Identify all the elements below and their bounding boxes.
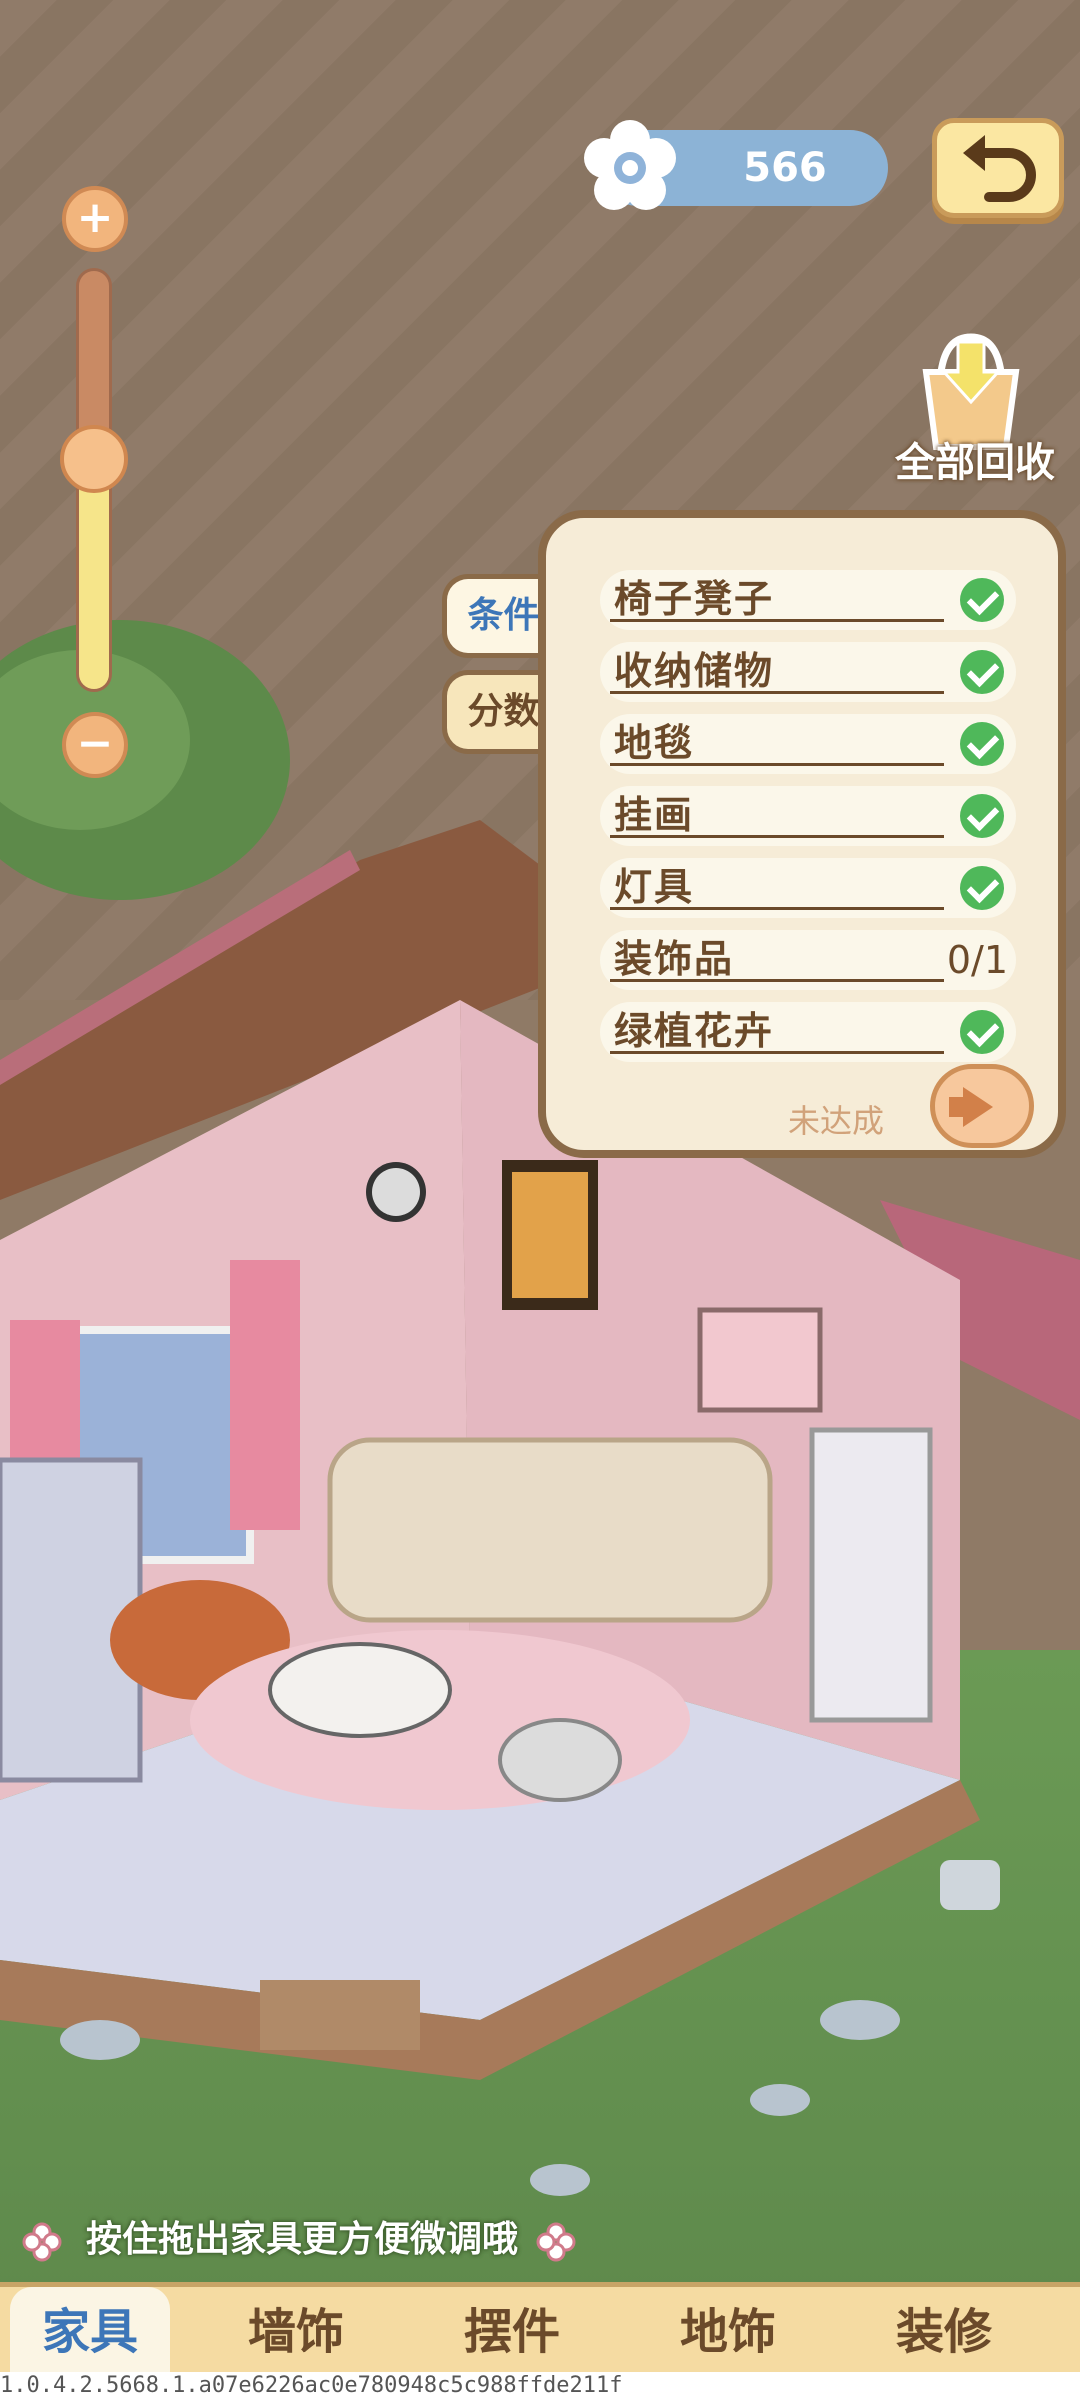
condition-row: 灯具: [600, 858, 1016, 918]
clover-icon: [22, 2222, 62, 2262]
condition-underline: [610, 691, 944, 694]
condition-row: 挂画: [600, 786, 1016, 846]
bottom-nav: 家具 墙饰 摆件 地饰 装修: [0, 2282, 1080, 2377]
zoom-fill: [79, 459, 109, 689]
condition-row: 装饰品 0/1: [600, 930, 1016, 990]
stepping-stone: [530, 2164, 590, 2196]
conditions-panel: 椅子凳子收纳储物地毯挂画灯具装饰品 0/1 绿植花卉 未达成: [538, 510, 1066, 1158]
version-string: 1.0.4.2.5668.1.a07e6226ac0e780948c5c988f…: [0, 2372, 1080, 2400]
stepping-stone: [60, 2020, 140, 2060]
wall-clock-face: [372, 1168, 420, 1216]
curtain-right: [230, 1260, 300, 1530]
condition-row: 收纳储物: [600, 642, 1016, 702]
check-icon: [960, 722, 1004, 766]
condition-underline: [610, 619, 944, 622]
door: [809, 1427, 933, 1723]
check-icon: [960, 866, 1004, 910]
condition-underline: [610, 979, 944, 982]
back-button[interactable]: [932, 118, 1064, 218]
undo-arrow-icon: [963, 135, 1036, 202]
tab-wall-decor[interactable]: 墙饰: [216, 2287, 376, 2377]
hint-text: 按住拖出家具更方便微调哦: [86, 2219, 519, 2260]
next-arrow-button[interactable]: [930, 1064, 1034, 1148]
condition-row: 椅子凳子: [600, 570, 1016, 630]
stepping-stone: [750, 2084, 810, 2116]
status-not-reached: 未达成: [787, 1102, 884, 1140]
paw-sign: [697, 1307, 823, 1413]
sofa: [327, 1437, 773, 1623]
zoom-out-button[interactable]: −: [62, 712, 128, 778]
condition-row: 绿植花卉: [600, 1002, 1016, 1062]
zoom-in-button[interactable]: +: [62, 186, 128, 252]
recycle-all-label[interactable]: 全部回收: [880, 430, 1070, 488]
wall-painting-canvas: [512, 1172, 588, 1298]
condition-underline: [610, 763, 944, 766]
stepping-stone: [820, 2000, 900, 2040]
rug: [190, 1630, 690, 1810]
tab-furniture[interactable]: 家具: [10, 2287, 170, 2377]
entry-steps: [260, 1980, 420, 2050]
check-icon: [960, 1010, 1004, 1054]
coffee-table: [268, 1642, 452, 1738]
clover-icon: [536, 2222, 576, 2262]
check-icon: [960, 794, 1004, 838]
currency-value: 566: [743, 145, 827, 191]
condition-underline: [610, 1051, 944, 1054]
check-icon: [960, 578, 1004, 622]
drag-hint: 按住拖出家具更方便微调哦: [0, 2208, 600, 2272]
flower-icon: [584, 120, 676, 210]
tab-renovation[interactable]: 装修: [864, 2287, 1024, 2377]
condition-underline: [610, 835, 944, 838]
tab-ornaments[interactable]: 摆件: [432, 2287, 592, 2377]
tab-floor-decor[interactable]: 地饰: [648, 2287, 808, 2377]
condition-row: 地毯: [600, 714, 1016, 774]
condition-progress: 0/1: [946, 938, 1008, 982]
chair: [498, 1718, 622, 1802]
condition-underline: [610, 907, 944, 910]
zoom-slider-thumb[interactable]: [60, 425, 128, 494]
watering-can: [940, 1860, 1000, 1910]
check-icon: [960, 650, 1004, 694]
